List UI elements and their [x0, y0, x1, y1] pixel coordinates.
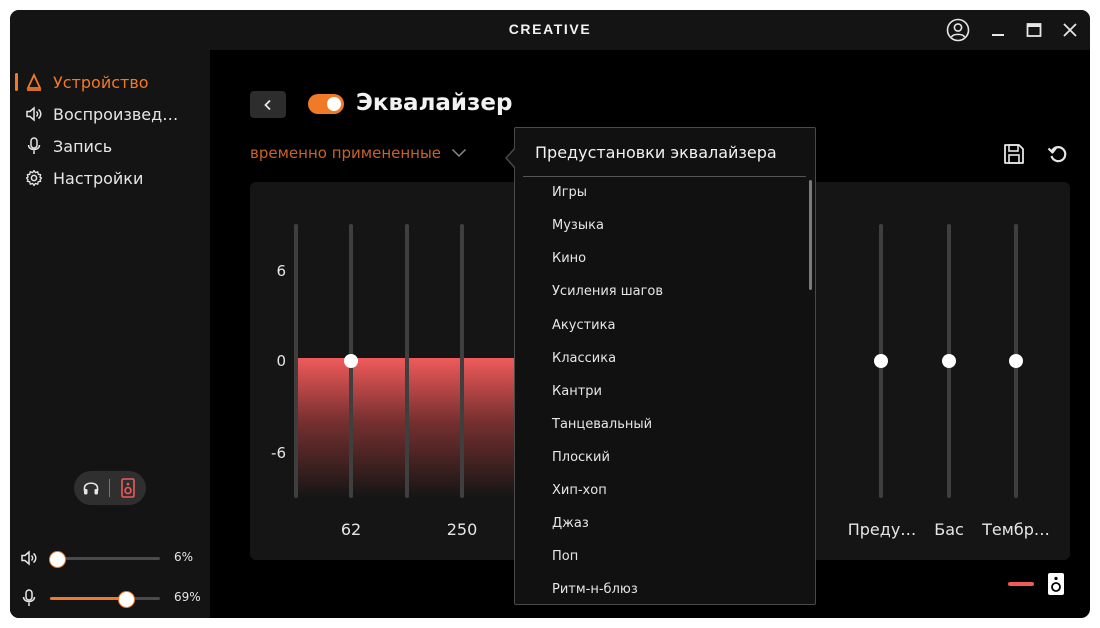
preamp-handle[interactable] [874, 354, 888, 368]
minimize-icon [992, 34, 1004, 36]
bass-label: Бас [934, 520, 964, 539]
preset-item[interactable]: Музыка [552, 218, 604, 233]
save-icon [1004, 144, 1024, 164]
reset-icon [1047, 146, 1067, 163]
sidebar-item-recording[interactable]: Запись [10, 132, 210, 160]
toggle-divider [109, 479, 110, 497]
minimize-button[interactable] [983, 16, 1013, 44]
reset-button[interactable] [1045, 141, 1071, 167]
slider-handle[interactable] [48, 551, 66, 568]
playback-volume-slider[interactable] [48, 551, 160, 568]
preamp-label: Преду… [847, 520, 917, 539]
sidebar-item-playback[interactable]: Воспроизвед… [10, 100, 210, 128]
speaker-box-icon[interactable] [1046, 572, 1066, 596]
eq-curve-fill [296, 358, 536, 498]
preset-item[interactable]: Кино [552, 251, 586, 266]
eq-band-slider[interactable] [294, 224, 298, 498]
output-device-toggle[interactable] [74, 471, 146, 505]
microphone-icon [25, 137, 43, 155]
preset-current-value: временно примененные [250, 144, 442, 162]
preset-item[interactable]: Хип-хоп [552, 483, 607, 498]
maximize-button[interactable] [1019, 16, 1049, 44]
back-button[interactable] [250, 91, 286, 118]
slider-handle[interactable] [117, 591, 135, 608]
preset-popover: Предустановки эквалайзера Игры Музыка Ки… [514, 127, 816, 605]
title-bar: CREATIVE [10, 10, 1090, 50]
playback-volume-row: 6% [10, 548, 210, 568]
eq-band-handle[interactable] [344, 354, 358, 368]
y-axis-label: 0 [276, 352, 286, 370]
sidebar-item-settings[interactable]: Настройки [10, 164, 210, 192]
popover-title: Предустановки эквалайзера [535, 143, 777, 162]
speaker-icon [21, 550, 37, 566]
headphones-icon[interactable] [82, 479, 100, 497]
maximize-icon [1026, 23, 1042, 37]
preset-item[interactable]: Поп [552, 549, 578, 564]
speaker-icon [25, 105, 43, 123]
save-preset-button[interactable] [1001, 141, 1027, 167]
close-icon [1063, 23, 1077, 37]
sidebar-item-label: Запись [53, 136, 113, 156]
preset-item[interactable]: Танцевальный [552, 417, 652, 432]
popover-arrow-fill [507, 148, 516, 168]
sidebar: Устройство Воспроизвед… Запись Настройки… [10, 50, 210, 618]
chevron-down-icon [452, 148, 467, 158]
toggle-knob [327, 97, 341, 111]
mic-volume-row: 69% [10, 588, 210, 608]
mic-volume-slider[interactable] [50, 591, 160, 608]
mic-volume-value: 69% [174, 590, 201, 604]
preset-dropdown[interactable]: временно примененные [250, 144, 467, 162]
user-icon [946, 18, 970, 42]
preset-item[interactable]: Акустика [552, 318, 615, 333]
preset-item[interactable]: Игры [552, 185, 587, 200]
page-title: Эквалайзер [356, 90, 513, 116]
playback-volume-value: 6% [174, 550, 194, 564]
microphone-icon [22, 589, 36, 606]
sidebar-item-label: Настройки [53, 168, 144, 188]
eq-legend-line [1008, 582, 1034, 586]
eq-band-slider[interactable] [405, 224, 409, 498]
gear-icon [25, 169, 43, 187]
sidebar-item-label: Устройство [53, 72, 149, 92]
y-axis-label: -6 [271, 444, 286, 462]
slider-fill [50, 597, 126, 600]
equalizer-enable-toggle[interactable] [308, 94, 344, 114]
treble-label: Тембр… [982, 520, 1050, 539]
app-window: CREATIVE Устройство Воспроизвед… Запись … [10, 10, 1090, 618]
band-frequency-label: 250 [446, 520, 478, 539]
account-button[interactable] [943, 16, 973, 44]
band-frequency-label: 62 [340, 520, 362, 539]
brand-logo: CREATIVE [508, 21, 592, 37]
device-icon [25, 73, 43, 91]
treble-handle[interactable] [1009, 354, 1023, 368]
sidebar-item-device[interactable]: Устройство [10, 68, 210, 96]
preset-item[interactable]: Классика [552, 351, 616, 366]
preset-item[interactable]: Кантри [552, 384, 602, 399]
preset-item[interactable]: Джаз [552, 516, 589, 531]
popover-scrollbar[interactable] [809, 180, 812, 290]
eq-band-slider[interactable] [460, 224, 464, 498]
bass-handle[interactable] [942, 354, 956, 368]
speaker-box-icon[interactable] [119, 478, 137, 498]
chevron-left-icon [264, 99, 271, 110]
sidebar-item-label: Воспроизвед… [53, 104, 179, 124]
preset-item[interactable]: Ритм-н-блюз [552, 582, 638, 597]
active-indicator [15, 73, 18, 91]
preset-item[interactable]: Плоский [552, 450, 610, 465]
close-button[interactable] [1055, 16, 1085, 44]
popover-divider [523, 176, 806, 177]
y-axis-label: 6 [276, 262, 286, 280]
preset-item[interactable]: Усиления шагов [552, 284, 663, 299]
